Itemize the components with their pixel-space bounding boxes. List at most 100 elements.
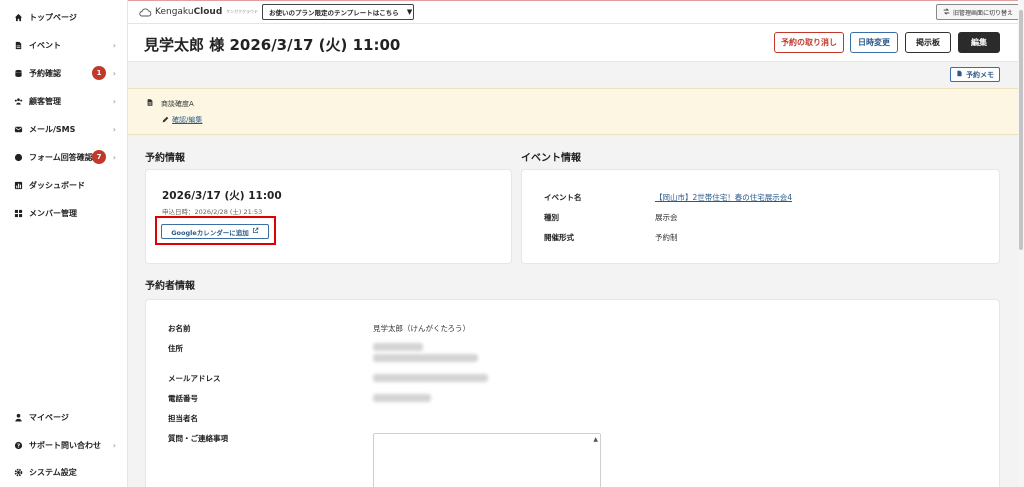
sidebar-item-label: 予約確認 <box>29 68 61 78</box>
edit-button[interactable]: 編集 <box>958 32 1000 53</box>
main-content: 予約メモ 商談確度A 確認/編集 予約情報 2026/3/17 (火) 11:0… <box>128 62 1018 487</box>
logo-prefix: Kengaku <box>155 7 194 17</box>
highlight-box <box>155 216 276 245</box>
memo-edit-link[interactable]: 確認/編集 <box>162 115 202 125</box>
cancel-reservation-button[interactable]: 予約の取り消し <box>774 32 844 53</box>
page-title: 見学太郎 様 2026/3/17 (火) 11:00 <box>144 36 401 54</box>
sidebar-item-form-responses[interactable]: フォーム回答確認 7 › <box>0 148 128 166</box>
reservation-date: 2026/3/17 (火) 11:00 <box>162 190 282 202</box>
gear-icon <box>14 468 23 477</box>
question-textarea[interactable]: ▲ <box>373 433 601 487</box>
sidebar-item-label: メール/SMS <box>29 124 76 134</box>
notification-badge: 7 <box>92 150 106 164</box>
event-section-title: イベント情報 <box>521 153 581 164</box>
sidebar-item-settings[interactable]: システム設定 <box>0 463 128 481</box>
change-datetime-button[interactable]: 日時変更 <box>850 32 898 53</box>
sidebar-item-label: 顧客管理 <box>29 96 61 106</box>
document-icon <box>146 98 154 109</box>
swap-icon <box>943 7 950 17</box>
event-type-label: 種別 <box>544 213 559 222</box>
event-name-label: イベント名 <box>544 193 582 202</box>
booker-phone-label: 電話番号 <box>168 394 198 403</box>
sidebar-item-label: メンバー管理 <box>29 208 77 218</box>
logo-subtitle: ケンガククラウド <box>226 9 259 14</box>
pencil-icon <box>162 116 169 125</box>
booker-address-label: 住所 <box>168 344 183 353</box>
switch-legacy-button[interactable]: 旧管理画面に切り替え <box>936 4 1020 20</box>
pointer-arrow-icon: ▼ <box>406 8 413 16</box>
chevron-right-icon: › <box>112 96 116 106</box>
sidebar-item-label: フォーム回答確認 <box>29 152 93 162</box>
users-icon <box>14 97 23 106</box>
redacted-phone <box>373 394 431 402</box>
sidebar-item-label: マイページ <box>29 412 69 422</box>
redacted-email <box>373 374 488 382</box>
chevron-right-icon: › <box>112 152 116 162</box>
chevron-right-icon: › <box>112 68 116 78</box>
page-scrollbar[interactable] <box>1018 0 1024 487</box>
sidebar-item-support[interactable]: ? サポート問い合わせ › <box>0 436 128 454</box>
sidebar: トップページ イベント › 予約確認 1 › 顧客管理 › メール/SMS › … <box>0 0 128 487</box>
redacted-address-line1 <box>373 343 423 351</box>
event-type-value: 展示会 <box>655 213 678 222</box>
memo-note-bar: 商談確度A 確認/編集 <box>128 88 1018 135</box>
svg-text:?: ? <box>17 443 20 449</box>
event-format-value: 予約制 <box>655 233 678 242</box>
switch-legacy-label: 旧管理画面に切り替え <box>952 9 1013 17</box>
sidebar-item-members[interactable]: メンバー管理 <box>0 204 128 222</box>
redacted-address-line2 <box>373 354 478 362</box>
scroll-up-icon[interactable]: ▲ <box>593 436 598 443</box>
booker-staff-label: 担当者名 <box>168 414 198 423</box>
booker-card: お名前 見学太郎（けんがくたろう） 住所 メールアドレス 電話番号 担当者名 質… <box>145 299 1000 487</box>
document-icon <box>956 70 963 79</box>
reservation-memo-label: 予約メモ <box>966 70 994 79</box>
mail-icon <box>14 125 23 134</box>
sidebar-item-customers[interactable]: 顧客管理 › <box>0 92 128 110</box>
booker-section-title: 予約者情報 <box>145 281 195 292</box>
top-bar: Kengaku Cloud ケンガククラウド お使いのプラン限定のテンプレートはこ… <box>128 0 1024 24</box>
logo-brand: Cloud <box>193 7 223 17</box>
booker-question-label: 質問・ご連絡事項 <box>168 434 228 443</box>
sidebar-item-label: イベント <box>29 40 61 50</box>
sidebar-item-label: サポート問い合わせ <box>29 440 101 450</box>
scrollbar-thumb[interactable] <box>1019 10 1023 250</box>
sidebar-item-event[interactable]: イベント › <box>0 36 128 54</box>
sidebar-item-mypage[interactable]: マイページ <box>0 408 128 426</box>
chart-icon <box>14 181 23 190</box>
event-card: イベント名 【岡山市】2世帯住宅！春の住宅展示会4 種別 展示会 開催形式 予約… <box>521 169 1000 264</box>
reservation-applied-at: 申込日時：2026/2/28 (土) 21:53 <box>162 208 263 216</box>
grid-icon <box>14 209 23 218</box>
memo-note-title: 商談確度A <box>146 98 194 109</box>
document-icon <box>14 41 23 50</box>
sidebar-item-dashboard[interactable]: ダッシュボード <box>0 176 128 194</box>
memo-edit-label: 確認/編集 <box>172 116 203 124</box>
template-button-label: お使いのプラン限定のテンプレートはこちら <box>269 9 399 17</box>
reservation-memo-button[interactable]: 予約メモ <box>950 67 1000 82</box>
bulletin-board-button[interactable]: 掲示板 <box>905 32 951 53</box>
template-button[interactable]: お使いのプラン限定のテンプレートはこちら ▼ <box>262 4 414 20</box>
chat-bubble-icon <box>14 153 23 162</box>
event-name-link[interactable]: 【岡山市】2世帯住宅！春の住宅展示会4 <box>655 192 792 203</box>
sidebar-item-mail[interactable]: メール/SMS › <box>0 120 128 138</box>
cloud-logo-icon <box>139 8 152 16</box>
chevron-right-icon: › <box>112 124 116 134</box>
sidebar-item-reservations[interactable]: 予約確認 1 › <box>0 64 128 82</box>
reservation-section-title: 予約情報 <box>145 153 185 164</box>
booker-email-label: メールアドレス <box>168 374 221 383</box>
chevron-right-icon: › <box>112 440 116 450</box>
memo-note-text: 商談確度A <box>161 99 194 108</box>
database-icon <box>14 69 23 78</box>
booker-name-value: 見学太郎（けんがくたろう） <box>373 324 471 333</box>
chevron-right-icon: › <box>112 40 116 50</box>
person-icon <box>14 413 23 422</box>
logo[interactable]: Kengaku Cloud ケンガククラウド <box>138 6 258 18</box>
notification-badge: 1 <box>92 66 106 80</box>
sidebar-item-label: トップページ <box>29 12 77 22</box>
home-icon <box>14 13 23 22</box>
question-icon: ? <box>14 441 23 450</box>
sidebar-item-label: ダッシュボード <box>29 180 85 190</box>
sidebar-item-top[interactable]: トップページ <box>0 8 128 26</box>
page-header: 見学太郎 様 2026/3/17 (火) 11:00 予約の取り消し 日時変更 … <box>128 24 1018 62</box>
booker-name-label: お名前 <box>168 324 191 333</box>
event-format-label: 開催形式 <box>544 233 574 242</box>
